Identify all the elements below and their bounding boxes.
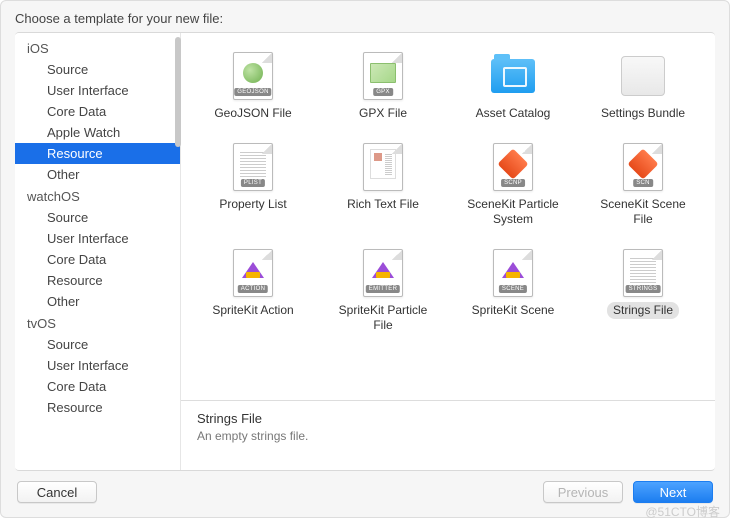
template-tile[interactable]: GPX GPX File (321, 47, 445, 126)
scn-icon: SCN (618, 142, 668, 192)
cancel-button[interactable]: Cancel (17, 481, 97, 503)
sidebar-item[interactable]: User Interface (15, 80, 180, 101)
richtext-icon (358, 142, 408, 192)
detail-panel: Strings File An empty strings file. (181, 400, 715, 470)
sidebar-item[interactable]: User Interface (15, 228, 180, 249)
template-label: SceneKit Scene File (583, 196, 703, 228)
detail-desc: An empty strings file. (197, 429, 699, 443)
sprite-icon: EMITTER (358, 248, 408, 298)
detail-title: Strings File (197, 411, 699, 426)
doc-icon: PLIST (228, 142, 278, 192)
template-tile[interactable]: EMITTER SpriteKit Particle File (321, 244, 445, 338)
templates-pane: GEOJSON GeoJSON File GPX GPX File Asset Cata… (181, 33, 715, 470)
scn-icon: SCNP (488, 142, 538, 192)
template-tile[interactable]: SCNP SceneKit Particle System (451, 138, 575, 232)
dialog-footer: Cancel Previous Next (1, 471, 729, 517)
sidebar-item[interactable]: Source (15, 334, 180, 355)
template-tile[interactable]: Asset Catalog (451, 47, 575, 126)
template-label: GPX File (353, 105, 413, 122)
dialog-header: Choose a template for your new file: (1, 1, 729, 32)
template-label: Rich Text File (341, 196, 425, 213)
map-icon: GPX (358, 51, 408, 101)
dialog-title: Choose a template for your new file: (15, 11, 223, 26)
sidebar-item[interactable]: Other (15, 291, 180, 312)
template-tile[interactable]: SCN SceneKit Scene File (581, 138, 705, 232)
sidebar-item[interactable]: Source (15, 59, 180, 80)
template-label: GeoJSON File (208, 105, 297, 122)
watermark: @51CTO博客 (645, 503, 720, 518)
sidebar-item[interactable]: Resource (15, 397, 180, 418)
template-tile[interactable]: Rich Text File (321, 138, 445, 232)
sidebar-item[interactable]: Resource (15, 143, 180, 164)
template-tile[interactable]: STRINGS Strings File (581, 244, 705, 338)
template-label: Settings Bundle (595, 105, 691, 122)
previous-button[interactable]: Previous (543, 481, 623, 503)
sidebar-item[interactable]: User Interface (15, 355, 180, 376)
template-label: Property List (213, 196, 292, 213)
sidebar-platform[interactable]: iOS (15, 37, 180, 59)
sidebar-item[interactable]: Other (15, 164, 180, 185)
bundle-icon (618, 51, 668, 101)
sidebar-item[interactable]: Resource (15, 270, 180, 291)
asset-folder-icon (488, 51, 538, 101)
sidebar: iOSSourceUser InterfaceCore DataApple Wa… (15, 33, 181, 470)
template-tile[interactable]: SCENE SpriteKit Scene (451, 244, 575, 338)
new-file-dialog: Choose a template for your new file: iOS… (0, 0, 730, 518)
sprite-icon: ACTION (228, 248, 278, 298)
template-tile[interactable]: PLIST Property List (191, 138, 315, 232)
template-tile[interactable]: Settings Bundle (581, 47, 705, 126)
template-label: SpriteKit Particle File (323, 302, 443, 334)
template-label: SpriteKit Action (206, 302, 299, 319)
sidebar-platform[interactable]: tvOS (15, 312, 180, 334)
sidebar-item[interactable]: Core Data (15, 249, 180, 270)
dialog-body: iOSSourceUser InterfaceCore DataApple Wa… (15, 32, 715, 471)
template-label: SceneKit Particle System (453, 196, 573, 228)
template-label: Asset Catalog (470, 105, 557, 122)
globe-icon: GEOJSON (228, 51, 278, 101)
sidebar-item[interactable]: Source (15, 207, 180, 228)
template-label: Strings File (607, 302, 679, 319)
next-button[interactable]: Next (633, 481, 713, 503)
template-label: SpriteKit Scene (466, 302, 561, 319)
template-grid: GEOJSON GeoJSON File GPX GPX File Asset Cata… (181, 33, 715, 400)
doc-icon: STRINGS (618, 248, 668, 298)
sidebar-item[interactable]: Core Data (15, 376, 180, 397)
sidebar-item[interactable]: Core Data (15, 101, 180, 122)
sprite-icon: SCENE (488, 248, 538, 298)
sidebar-platform[interactable]: watchOS (15, 185, 180, 207)
template-tile[interactable]: GEOJSON GeoJSON File (191, 47, 315, 126)
sidebar-item[interactable]: Apple Watch (15, 122, 180, 143)
template-tile[interactable]: ACTION SpriteKit Action (191, 244, 315, 338)
